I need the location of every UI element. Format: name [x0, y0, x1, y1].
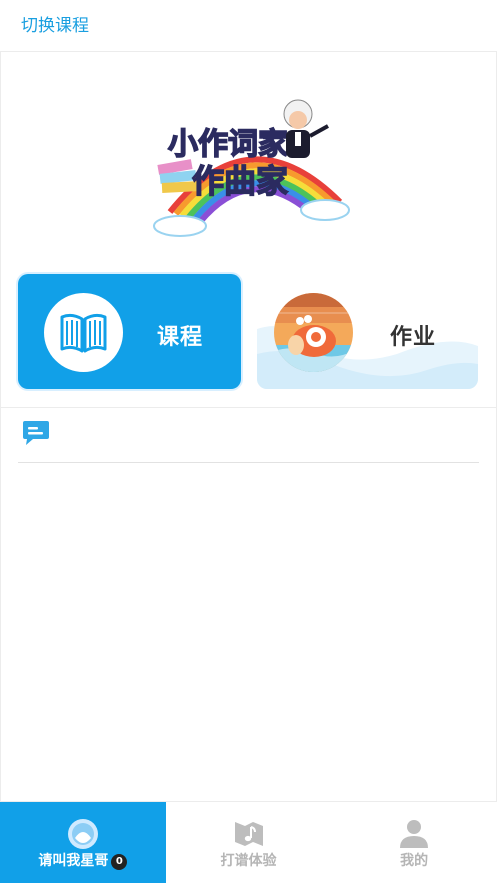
top-bar: 切换课程 — [0, 0, 497, 52]
message-icon[interactable] — [22, 420, 50, 446]
svg-text:小作词家: 小作词家 — [168, 127, 288, 162]
course-card[interactable]: 课程 — [18, 274, 241, 389]
svg-text:作曲家: 作曲家 — [192, 162, 288, 200]
homework-card-label: 作业 — [390, 325, 437, 350]
tab-score-label: 打谱体验 — [220, 853, 277, 869]
course-logo-image: 小作词家 作曲家 — [153, 99, 350, 237]
bottom-tab-bar: 请叫我星哥 0 打谱体验 我的 — [0, 801, 497, 883]
list-divider — [18, 462, 479, 463]
tab-home[interactable]: 请叫我星哥 0 — [0, 802, 166, 883]
course-icon-circle — [44, 293, 123, 372]
book-icon — [60, 313, 107, 353]
tab-mine[interactable]: 我的 — [331, 802, 497, 883]
course-card-label: 课程 — [157, 325, 204, 350]
user-icon — [400, 820, 429, 848]
avatar-icon — [67, 819, 98, 849]
music-note-icon — [234, 822, 263, 846]
homework-card[interactable]: 作业 — [257, 274, 478, 389]
tab-home-text: 请叫我星哥 — [38, 853, 109, 869]
tab-mine-label: 我的 — [400, 853, 429, 869]
section-divider — [0, 407, 497, 408]
level-badge: 0 — [111, 854, 128, 870]
snail-icon — [274, 293, 353, 372]
homework-image — [274, 293, 353, 372]
tab-score-experience[interactable]: 打谱体验 — [166, 802, 332, 883]
switch-course-button[interactable]: 切换课程 — [21, 14, 89, 38]
tab-home-label: 请叫我星哥 0 — [0, 850, 166, 870]
